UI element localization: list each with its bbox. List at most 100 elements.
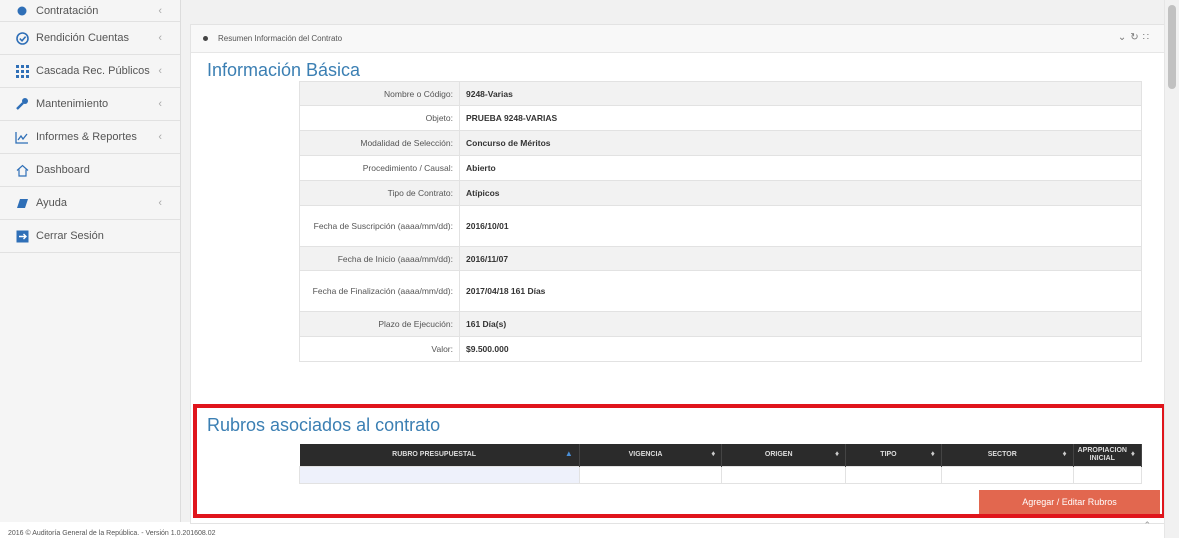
table-cell: [845, 466, 942, 484]
column-label: VIGENCIA: [628, 451, 663, 458]
sidebar: Contratación ‹ Rendición Cuentas ‹ Casca…: [0, 0, 181, 522]
sidebar-item-label: Cascada Rec. Públicos: [36, 65, 150, 77]
column-label: TIPO: [880, 451, 897, 458]
panel-header: Resumen Información del Contrato ⌄↻∷: [191, 25, 1165, 53]
basic-info-table: Nombre o Código: 9248-Varias Objeto: PRUEB…: [299, 81, 1142, 362]
sidebar-item-label: Informes & Reportes: [36, 131, 137, 143]
check-circle-icon: [14, 31, 30, 45]
sidebar-item-label: Dashboard: [36, 164, 90, 176]
collapse-icon[interactable]: ⌄: [1118, 32, 1130, 43]
table-cell: [940, 466, 1074, 484]
table-row: Valor: $9.500.000: [299, 336, 1142, 362]
column-header-origen[interactable]: ORIGEN ♦: [721, 444, 847, 467]
sidebar-item-label: Rendición Cuentas: [36, 32, 129, 44]
column-label: APROPIACION INICIAL: [1077, 447, 1127, 462]
sidebar-item-cascada[interactable]: Cascada Rec. Públicos ‹: [0, 55, 180, 88]
row-value: Concurso de Méritos: [459, 130, 1142, 156]
table-row: Objeto: PRUEBA 9248-VARIAS: [299, 105, 1142, 131]
sort-icon: ♦: [1062, 449, 1067, 458]
line-chart-icon: [14, 130, 30, 144]
refresh-icon[interactable]: ↻: [1130, 32, 1142, 43]
panel-tools: ⌄↻∷: [1118, 32, 1153, 43]
column-label: SECTOR: [987, 451, 1017, 458]
row-label: Fecha de Inicio (aaaa/mm/dd):: [299, 246, 460, 271]
sidebar-item-label: Ayuda: [36, 197, 67, 209]
basic-info-title: Información Básica: [207, 60, 361, 80]
sort-asc-icon: ▲: [564, 449, 573, 458]
table-row: Fecha de Finalización (aaaa/mm/dd): 2017/…: [299, 270, 1142, 312]
column-label: ORIGEN: [764, 451, 793, 458]
chevron-left-icon: ‹: [158, 4, 162, 17]
row-label: Plazo de Ejecución:: [299, 311, 460, 337]
table-row: Fecha de Suscripción (aaaa/mm/dd): 2016/1…: [299, 205, 1142, 247]
row-label: Valor:: [299, 336, 460, 362]
table-cell: [578, 466, 723, 484]
scrollbar-thumb[interactable]: [1168, 5, 1176, 89]
row-label: Procedimiento / Causal:: [299, 155, 460, 181]
main-content: Resumen Información del Contrato ⌄↻∷ Inf…: [181, 0, 1166, 524]
rubros-title: Rubros asociados al contrato: [207, 415, 441, 435]
row-label: Objeto:: [299, 105, 460, 131]
table-row: Modalidad de Selección: Concurso de Mérit…: [299, 130, 1142, 156]
row-value: 2016/10/01: [459, 205, 1142, 247]
scroll-top-icon[interactable]: ⌃: [1143, 520, 1151, 531]
row-label: Fecha de Finalización (aaaa/mm/dd):: [299, 270, 460, 312]
table-row: Tipo de Contrato: Atípicos: [299, 180, 1142, 206]
sidebar-item-label: Cerrar Sesión: [36, 230, 104, 242]
table-header-row: RUBRO PRESUPUESTAL ▲ VIGENCIA ♦ ORIGEN ♦ TI…: [299, 444, 1143, 467]
row-label: Modalidad de Selección:: [299, 130, 460, 156]
column-header-rubro[interactable]: RUBRO PRESUPUESTAL ▲: [299, 444, 580, 467]
row-value: Abierto: [459, 155, 1142, 181]
home-icon: [14, 163, 30, 177]
row-value: 161 Día(s): [459, 311, 1142, 337]
footer-text: 2016 © Auditoría General de la República…: [8, 530, 216, 537]
row-value: Atípicos: [459, 180, 1142, 206]
column-header-tipo[interactable]: TIPO ♦: [845, 444, 942, 467]
panel-title: Resumen Información del Contrato: [218, 34, 343, 43]
table-row[interactable]: [299, 466, 1143, 484]
table-cell: [299, 466, 580, 484]
row-label: Fecha de Suscripción (aaaa/mm/dd):: [299, 205, 460, 247]
chevron-left-icon: ‹: [158, 197, 162, 209]
chevron-left-icon: ‹: [158, 98, 162, 110]
sort-icon: ♦: [930, 449, 935, 458]
contract-summary-panel: Resumen Información del Contrato ⌄↻∷ Inf…: [190, 24, 1166, 524]
row-label: Nombre o Código:: [299, 81, 460, 106]
row-label: Tipo de Contrato:: [299, 180, 460, 206]
bullet-icon: [203, 36, 208, 41]
circle-icon: [14, 4, 30, 18]
sidebar-item-contratacion[interactable]: Contratación ‹: [0, 0, 180, 22]
sidebar-item-dashboard[interactable]: Dashboard: [0, 154, 180, 187]
sidebar-item-mantenimiento[interactable]: Mantenimiento ‹: [0, 88, 180, 121]
table-row: Nombre o Código: 9248-Varias: [299, 81, 1142, 106]
fullscreen-icon[interactable]: ∷: [1143, 32, 1153, 43]
sidebar-item-ayuda[interactable]: Ayuda ‹: [0, 187, 180, 220]
grid-icon: [14, 64, 30, 78]
book-icon: [14, 196, 30, 210]
column-label: RUBRO PRESUPUESTAL: [392, 451, 477, 458]
column-header-vigencia[interactable]: VIGENCIA ♦: [579, 444, 723, 467]
sort-icon: ♦: [1130, 449, 1135, 458]
sidebar-item-rendicion-cuentas[interactable]: Rendición Cuentas ‹: [0, 22, 180, 55]
row-value: $9.500.000: [459, 336, 1142, 362]
table-row: Procedimiento / Causal: Abierto: [299, 155, 1142, 181]
sidebar-item-informes[interactable]: Informes & Reportes ‹: [0, 121, 180, 154]
rubros-table: RUBRO PRESUPUESTAL ▲ VIGENCIA ♦ ORIGEN ♦ TI…: [299, 444, 1143, 484]
column-header-sector[interactable]: SECTOR ♦: [941, 444, 1074, 467]
add-edit-rubros-button[interactable]: Agregar / Editar Rubros: [979, 490, 1160, 514]
table-cell: [721, 466, 847, 484]
sort-icon: ♦: [711, 449, 716, 458]
sidebar-item-cerrar-sesion[interactable]: Cerrar Sesión: [0, 220, 180, 253]
row-value: 2017/04/18 161 Días: [459, 270, 1142, 312]
scrollbar[interactable]: [1164, 0, 1179, 538]
chevron-left-icon: ‹: [158, 65, 162, 77]
table-cell: [1072, 466, 1143, 484]
sort-icon: ♦: [835, 449, 840, 458]
table-row: Plazo de Ejecución: 161 Día(s): [299, 311, 1142, 337]
row-value: 9248-Varias: [459, 81, 1142, 106]
sidebar-item-label: Mantenimiento: [36, 98, 109, 110]
table-row: Fecha de Inicio (aaaa/mm/dd): 2016/11/07: [299, 246, 1142, 271]
row-value: PRUEBA 9248-VARIAS: [459, 105, 1142, 131]
column-header-apropiacion[interactable]: APROPIACION INICIAL ♦: [1073, 444, 1143, 467]
row-value: 2016/11/07: [459, 246, 1142, 271]
